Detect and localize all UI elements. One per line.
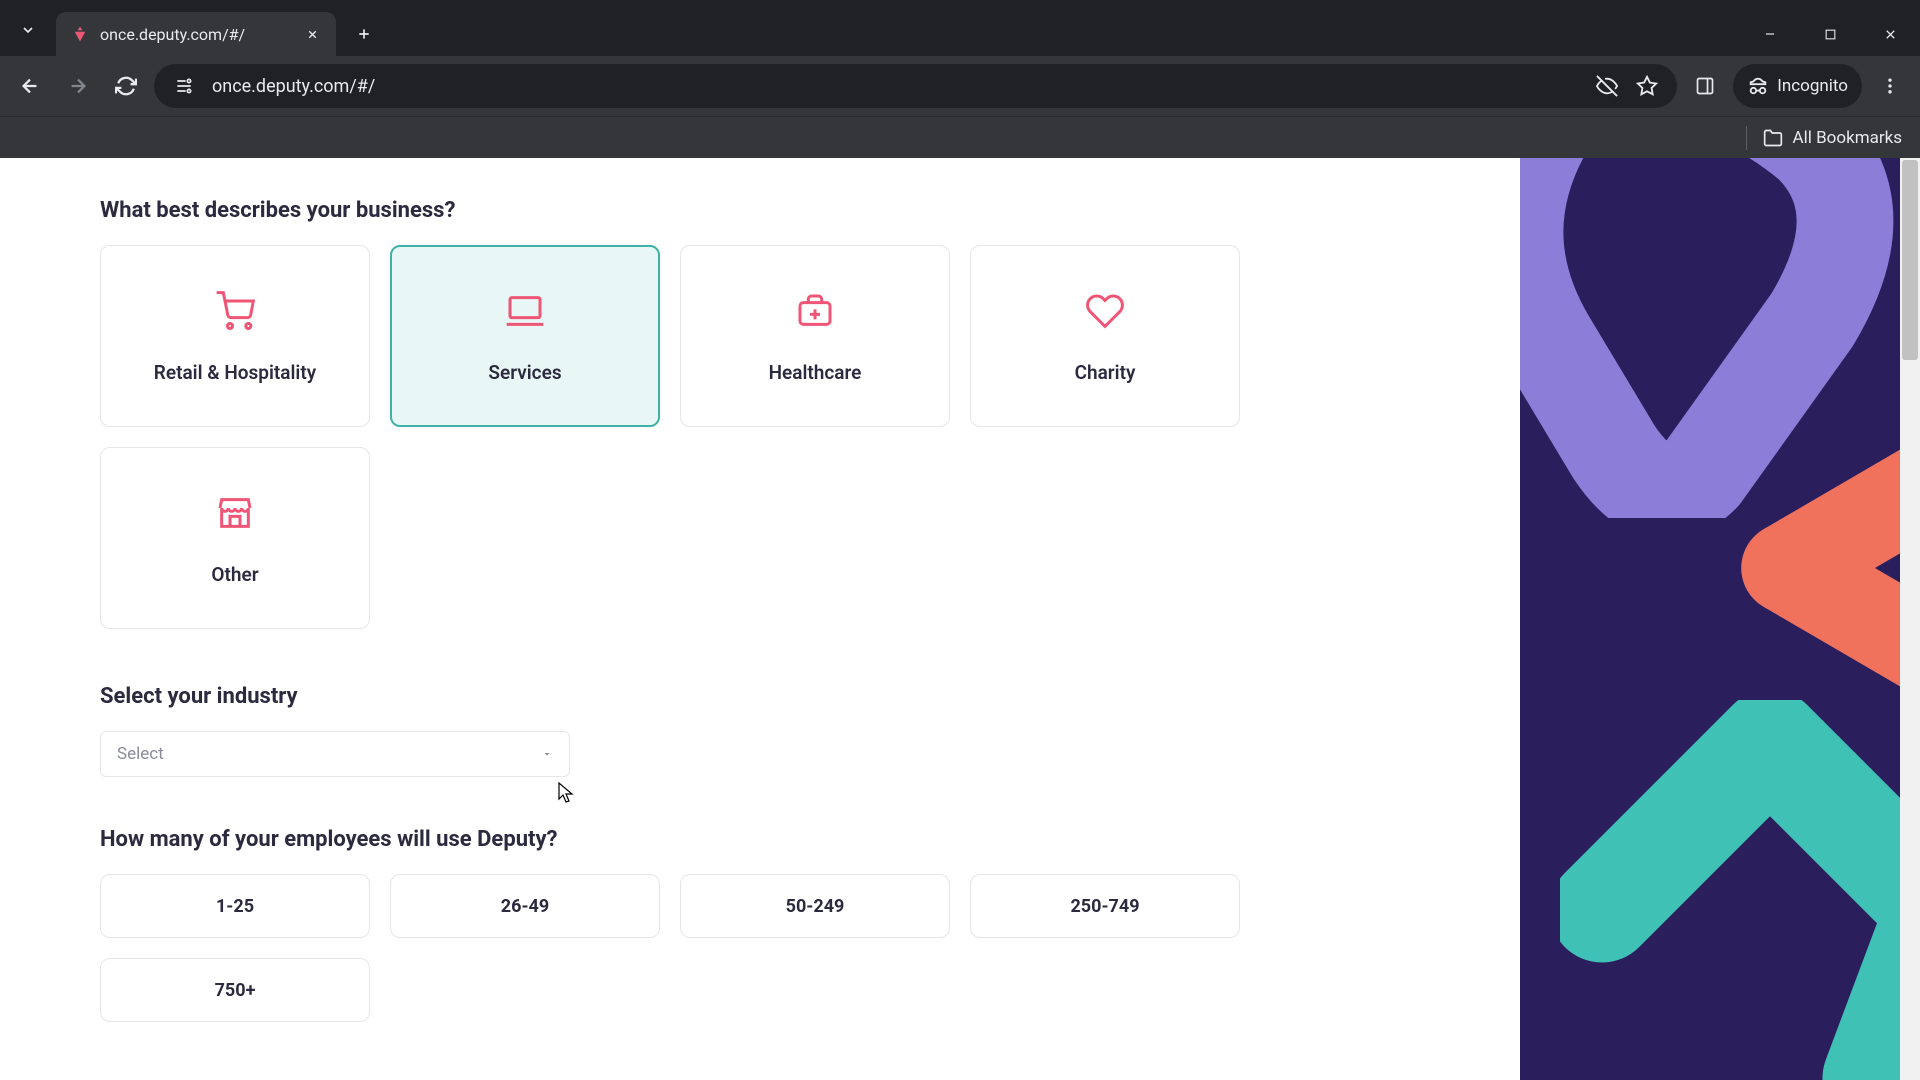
- card-services[interactable]: Services: [390, 245, 660, 427]
- form-column: What best describes your business? Retai…: [0, 158, 1520, 1080]
- minimize-button[interactable]: [1740, 12, 1800, 56]
- back-button[interactable]: [10, 66, 50, 106]
- new-tab-button[interactable]: [346, 16, 382, 52]
- url-text: once.deputy.com/#/: [212, 76, 1579, 97]
- size-label: 26-49: [501, 896, 549, 917]
- tab-title: once.deputy.com/#/: [100, 25, 292, 44]
- browser-tab-strip: once.deputy.com/#/: [0, 0, 1920, 56]
- industry-select-wrap: Select: [100, 731, 570, 777]
- page-content: What best describes your business? Retai…: [0, 158, 1920, 1080]
- folder-icon: [1763, 128, 1783, 148]
- bookmarks-bar: All Bookmarks: [0, 116, 1920, 158]
- decorative-shape-coral: [1690, 408, 1920, 728]
- maximize-button[interactable]: [1800, 12, 1860, 56]
- card-retail-hospitality[interactable]: Retail & Hospitality: [100, 245, 370, 427]
- cart-icon: [213, 289, 257, 333]
- tab-search-button[interactable]: [0, 8, 56, 52]
- decorative-shape-teal: [1560, 700, 1920, 1080]
- browser-toolbar: once.deputy.com/#/ Incognito: [0, 56, 1920, 116]
- card-charity[interactable]: Charity: [970, 245, 1240, 427]
- decorative-sidebar: [1520, 158, 1920, 1080]
- size-26-49[interactable]: 26-49: [390, 874, 660, 938]
- card-other[interactable]: Other: [100, 447, 370, 629]
- reload-button[interactable]: [106, 66, 146, 106]
- scrollbar-thumb[interactable]: [1902, 160, 1918, 360]
- mouse-cursor-icon: [557, 781, 577, 805]
- card-label: Charity: [1075, 361, 1136, 384]
- business-type-grid: Retail & Hospitality Services Healthcare…: [100, 245, 1420, 629]
- chevron-down-icon: [541, 748, 553, 760]
- card-label: Services: [488, 361, 561, 384]
- browser-tab[interactable]: once.deputy.com/#/: [56, 12, 336, 56]
- size-50-249[interactable]: 50-249: [680, 874, 950, 938]
- forward-button[interactable]: [58, 66, 98, 106]
- incognito-chip[interactable]: Incognito: [1733, 64, 1862, 108]
- employee-size-grid: 1-25 26-49 50-249 250-749 750+: [100, 874, 1420, 1022]
- browser-menu-button[interactable]: [1870, 66, 1910, 106]
- medkit-icon: [793, 289, 837, 333]
- divider: [1746, 126, 1747, 150]
- eye-off-icon[interactable]: [1595, 75, 1619, 97]
- incognito-label: Incognito: [1777, 76, 1848, 96]
- laptop-icon: [503, 289, 547, 333]
- bookmark-star-icon[interactable]: [1635, 75, 1659, 97]
- question-business-type: What best describes your business?: [100, 198, 1420, 223]
- size-750-plus[interactable]: 750+: [100, 958, 370, 1022]
- question-industry: Select your industry: [100, 684, 1420, 709]
- size-label: 750+: [215, 980, 256, 1001]
- all-bookmarks-button[interactable]: All Bookmarks: [1763, 128, 1902, 148]
- heart-icon: [1083, 289, 1127, 333]
- window-controls: [1740, 12, 1920, 56]
- size-label: 50-249: [786, 896, 845, 917]
- all-bookmarks-label: All Bookmarks: [1793, 128, 1902, 148]
- question-employees: How many of your employees will use Depu…: [100, 827, 1420, 852]
- site-settings-icon[interactable]: [172, 76, 196, 96]
- deputy-favicon-icon: [70, 24, 90, 44]
- size-250-749[interactable]: 250-749: [970, 874, 1240, 938]
- card-healthcare[interactable]: Healthcare: [680, 245, 950, 427]
- card-label: Retail & Hospitality: [154, 361, 316, 384]
- vertical-scrollbar[interactable]: [1900, 158, 1920, 1080]
- close-icon[interactable]: [302, 24, 322, 44]
- size-label: 1-25: [216, 896, 254, 917]
- size-label: 250-749: [1070, 896, 1139, 917]
- address-bar[interactable]: once.deputy.com/#/: [154, 64, 1677, 108]
- side-panel-button[interactable]: [1685, 66, 1725, 106]
- size-1-25[interactable]: 1-25: [100, 874, 370, 938]
- card-label: Other: [211, 563, 258, 586]
- select-placeholder: Select: [117, 744, 164, 764]
- store-icon: [213, 491, 257, 535]
- industry-select[interactable]: Select: [100, 731, 570, 777]
- card-label: Healthcare: [769, 361, 862, 384]
- close-window-button[interactable]: [1860, 12, 1920, 56]
